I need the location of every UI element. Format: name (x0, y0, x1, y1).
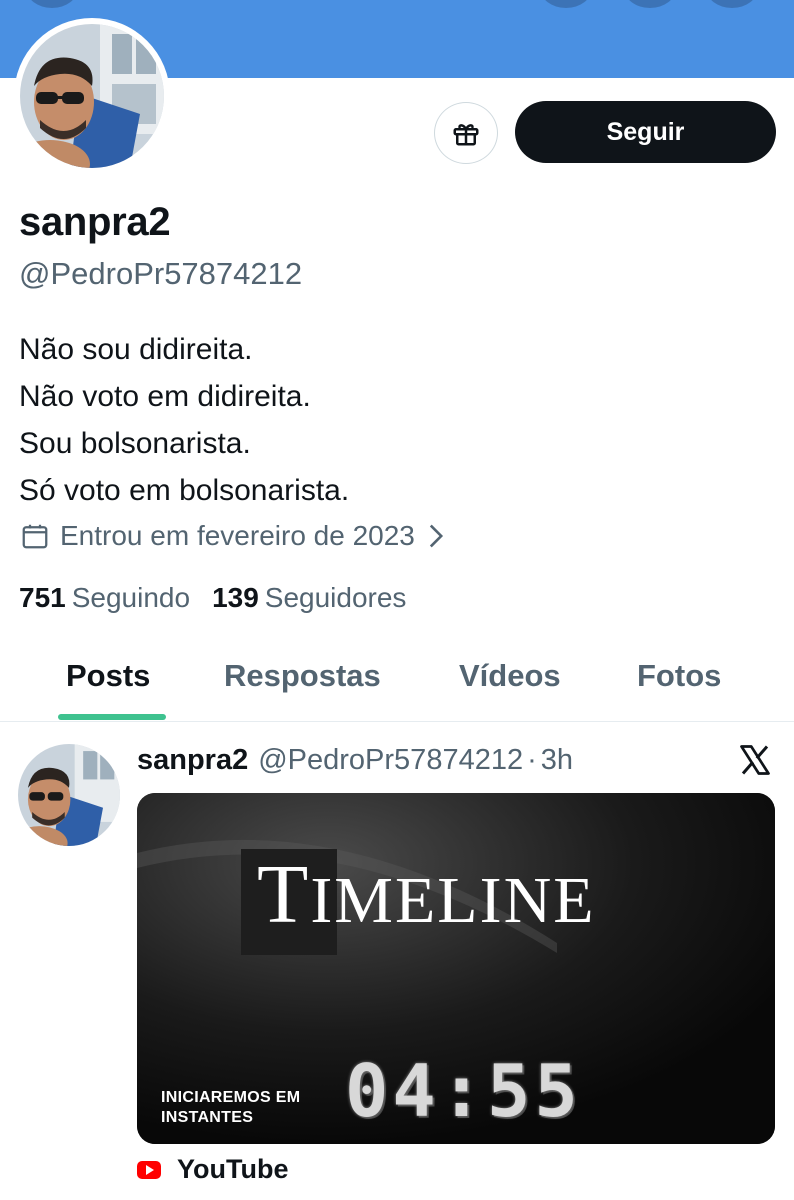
bio-line: Só voto em bolsonarista. (19, 474, 350, 507)
post-media[interactable]: TIMELINE INICIAREMOS EM INSTANTES 04:55 (137, 793, 775, 1144)
follow-button[interactable]: Seguir (515, 101, 776, 163)
post-author-handle[interactable]: @PedroPr57874212 (258, 744, 523, 777)
source-label: YouTube (177, 1154, 289, 1184)
following-count: 751 (19, 582, 66, 613)
gift-icon (453, 124, 479, 146)
tab-photos[interactable]: Fotos (637, 658, 721, 694)
chevron-right-icon (427, 523, 445, 549)
avatar-photo (18, 744, 120, 846)
separator: · (527, 744, 537, 776)
share-button[interactable] (624, 0, 676, 8)
tab-videos[interactable]: Vídeos (459, 658, 561, 694)
post-time[interactable]: 3h (541, 744, 573, 777)
followers-link[interactable]: 139 Seguidores (212, 582, 406, 614)
media-source[interactable]: YouTube (137, 1154, 288, 1185)
followers-count: 139 (212, 582, 259, 613)
following-label: Seguindo (71, 582, 191, 613)
post-author-avatar[interactable] (18, 744, 120, 846)
profile-avatar[interactable] (14, 18, 170, 174)
media-subtitle: INICIAREMOS EM INSTANTES (161, 1089, 301, 1126)
post-header: sanpra2 @PedroPr57874212 · 3h (137, 744, 573, 777)
profile-handle: @PedroPr57874212 (19, 256, 303, 291)
joined-label: Entrou em fevereiro de 2023 (60, 520, 415, 551)
bio-line: Não sou didireita. (19, 333, 253, 366)
followers-label: Seguidores (264, 582, 407, 613)
display-name: sanpra2 (19, 200, 171, 244)
back-button[interactable] (26, 0, 78, 8)
bio-line: Não voto em didireita. (19, 380, 311, 413)
follow-stats: 751 Seguindo 139 Seguidores (19, 582, 406, 614)
youtube-icon (137, 1160, 161, 1179)
media-title: TIMELINE (257, 848, 596, 941)
profile-tabs: Posts Respostas Vídeos Fotos (0, 640, 794, 722)
search-button[interactable] (540, 0, 592, 8)
profile-bio: Não sou didireita. Não voto em didireita… (19, 326, 349, 514)
gift-button[interactable] (434, 102, 498, 164)
joined-date[interactable]: Entrou em fevereiro de 2023 (20, 520, 445, 552)
avatar-photo (20, 24, 164, 168)
calendar-icon (20, 521, 50, 551)
bio-line: Sou bolsonarista. (19, 427, 251, 460)
post-author-name[interactable]: sanpra2 (137, 744, 248, 777)
countdown-timer: 04:55 (345, 1049, 582, 1133)
tab-replies[interactable]: Respostas (224, 658, 381, 694)
active-tab-indicator (58, 714, 166, 720)
following-link[interactable]: 751 Seguindo (19, 582, 190, 614)
tab-posts[interactable]: Posts (66, 658, 150, 694)
more-button[interactable] (706, 0, 758, 8)
x-logo-icon[interactable] (737, 742, 773, 778)
